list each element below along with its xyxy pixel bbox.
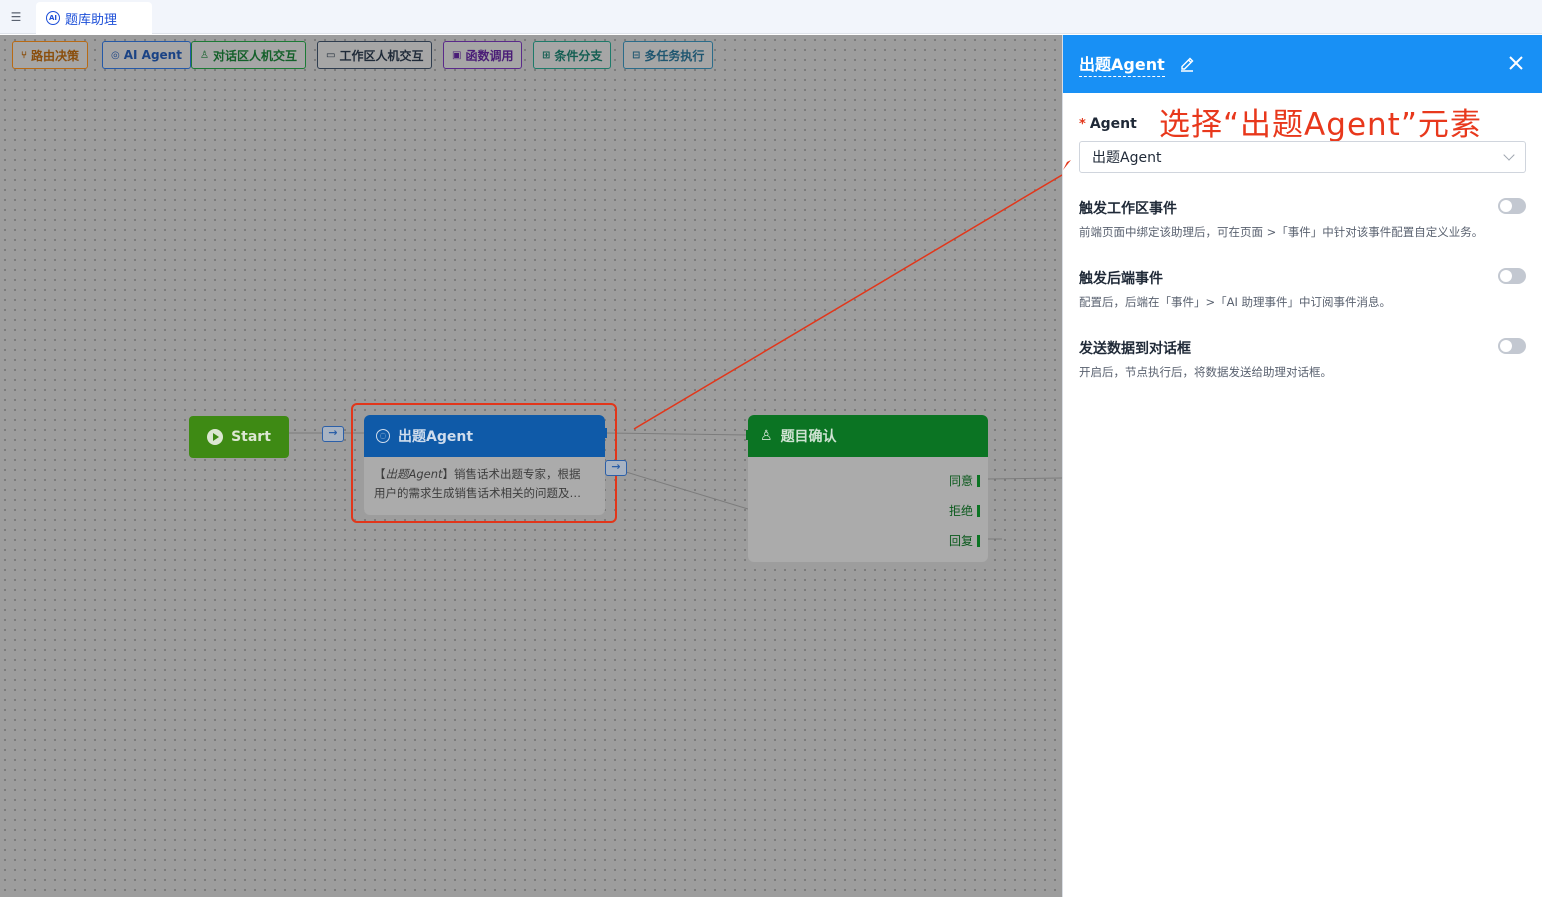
- tab-question-bank-assistant[interactable]: AI 题库助理: [36, 2, 152, 34]
- required-mark: *: [1079, 116, 1086, 132]
- option-title: 触发工作区事件: [1079, 201, 1177, 217]
- agent-output-port[interactable]: [603, 428, 607, 438]
- confirm-node-label: 题目确认: [780, 429, 837, 445]
- desc-line2: 用户的需求生成销售话术相关的问题及…: [374, 486, 581, 500]
- workspace-event-toggle[interactable]: [1498, 198, 1526, 214]
- option-send-to-dialog: 发送数据到对话框 开启后，节点执行后，将数据发送给助理对话框。: [1079, 338, 1526, 380]
- node-config-panel: 出题Agent 选择“出题Agent”元素 * Agent 出题Agent 触发…: [1062, 35, 1542, 897]
- confirm-input-port[interactable]: [746, 430, 750, 440]
- close-icon[interactable]: [1508, 55, 1524, 71]
- output-label: 同意: [948, 474, 973, 488]
- agent-select[interactable]: 出题Agent: [1079, 141, 1526, 173]
- chevron-down-icon: [1503, 149, 1515, 161]
- top-tab-bar: ☰ AI 题库助理: [0, 0, 1542, 34]
- panel-header: 出题Agent: [1063, 35, 1542, 93]
- agent-node-desc: 【出题Agent】销售话术出题专家，根据 用户的需求生成销售话术相关的问题及…: [364, 457, 605, 511]
- user-add-icon: ♙: [760, 428, 773, 444]
- agent-node[interactable]: ◌ 出题Agent 【出题Agent】销售话术出题专家，根据 用户的需求生成销售…: [364, 415, 605, 515]
- collapse-menu-icon[interactable]: ☰: [8, 9, 24, 25]
- tab-label: 题库助理: [65, 12, 118, 28]
- confirm-node[interactable]: ♙ 题目确认 同意 拒绝 回复: [748, 415, 988, 562]
- option-backend-event: 触发后端事件 配置后，后端在「事件」>「AI 助理事件」中订阅事件消息。: [1079, 268, 1526, 310]
- agent-label: Agent: [1089, 116, 1137, 132]
- play-icon: [207, 429, 224, 445]
- output-agree[interactable]: 同意: [949, 472, 980, 489]
- annotation-arrowhead: [1063, 160, 1071, 170]
- agent-node-label: 出题Agent: [398, 429, 474, 445]
- start-node[interactable]: Start: [189, 416, 289, 458]
- wire-agent-confirm-b: [625, 471, 749, 510]
- annotation-arrow-line: [633, 174, 1062, 430]
- output-port[interactable]: [977, 504, 980, 517]
- confirm-node-header: ♙ 题目确认: [748, 415, 988, 457]
- output-label: 回复: [948, 534, 973, 548]
- option-desc: 前端页面中绑定该助理后，可在页面 >「事件」中针对该事件配置自定义业务。: [1079, 225, 1484, 239]
- output-label: 拒绝: [948, 504, 973, 518]
- start-node-label: Start: [231, 429, 271, 445]
- desc-agent-name: 出题Agent: [385, 467, 443, 481]
- output-port[interactable]: [977, 474, 980, 487]
- option-desc: 开启后，节点执行后，将数据发送给助理对话框。: [1079, 365, 1332, 379]
- connector-arrow-icon[interactable]: →: [322, 426, 344, 442]
- output-port[interactable]: [977, 534, 980, 547]
- agent-select-value: 出题Agent: [1092, 150, 1162, 166]
- agent-node-header: ◌ 出题Agent: [364, 415, 605, 457]
- wire-agent-confirm: [604, 432, 749, 436]
- option-title: 发送数据到对话框: [1079, 341, 1191, 357]
- output-reply[interactable]: 回复: [949, 532, 980, 549]
- panel-form: 选择“出题Agent”元素 * Agent 出题Agent 触发工作区事件 前端…: [1063, 93, 1542, 380]
- flow-canvas[interactable]: ⑂ 路由决策 ◎ AI Agent ♙ 对话区人机交互 ▭ 工作区人机交互 ▣ 函数调用 …: [0, 35, 1062, 897]
- panel-title[interactable]: 出题Agent: [1079, 51, 1165, 77]
- option-title: 触发后端事件: [1079, 271, 1163, 287]
- connector-arrow-icon[interactable]: →: [605, 460, 627, 476]
- option-workspace-event: 触发工作区事件 前端页面中绑定该助理后，可在页面 >「事件」中针对该事件配置自定…: [1079, 198, 1526, 240]
- edit-icon[interactable]: [1179, 56, 1195, 72]
- ai-icon: AI: [46, 11, 60, 25]
- desc-bracket: 【: [374, 467, 386, 481]
- wire-agree-out: [987, 477, 1062, 480]
- option-desc: 配置后，后端在「事件」>「AI 助理事件」中订阅事件消息。: [1079, 295, 1392, 309]
- agent-brain-icon: ◌: [376, 429, 390, 443]
- send-to-dialog-toggle[interactable]: [1498, 338, 1526, 354]
- annotation-text: 选择“出题Agent”元素: [1159, 107, 1482, 143]
- backend-event-toggle[interactable]: [1498, 268, 1526, 284]
- output-reject[interactable]: 拒绝: [949, 502, 980, 519]
- desc-line1: 】销售话术出题专家，根据: [442, 467, 581, 481]
